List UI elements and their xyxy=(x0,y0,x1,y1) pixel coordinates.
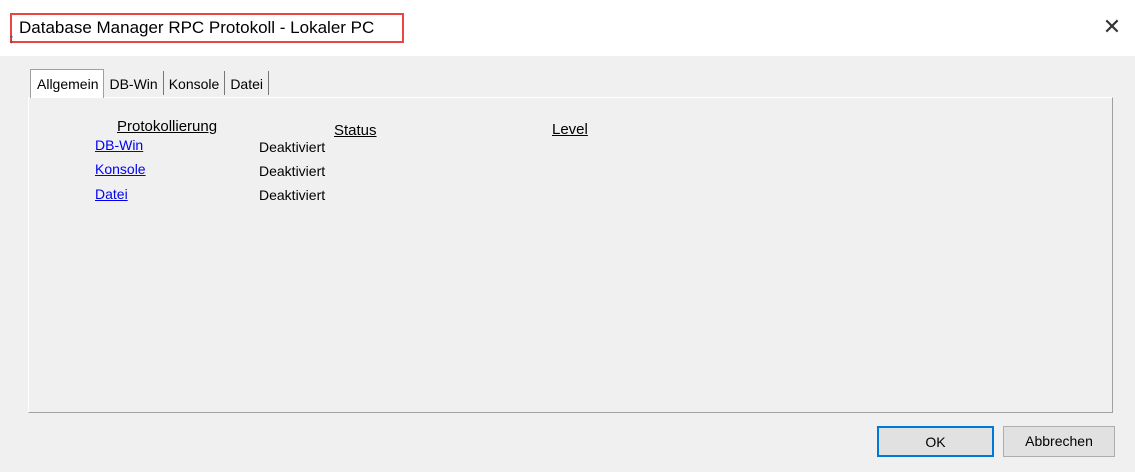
tab-strip: Allgemein DB-Win Konsole Datei xyxy=(30,69,269,99)
header-status: Status xyxy=(334,122,377,139)
status-konsole: Deaktiviert xyxy=(259,163,326,179)
header-level: Level xyxy=(552,121,588,138)
tab-konsole[interactable]: Konsole xyxy=(164,71,226,95)
tab-datei[interactable]: Datei xyxy=(225,71,269,95)
close-icon[interactable]: ✕ xyxy=(1097,12,1127,42)
link-datei[interactable]: Datei xyxy=(95,186,128,202)
status-db-win: Deaktiviert xyxy=(259,139,326,155)
tab-panel-allgemein: Protokollierung Status Level DB-Win Deak… xyxy=(28,97,1113,413)
link-konsole[interactable]: Konsole xyxy=(95,161,146,177)
resize-cursor-icon: ↕ xyxy=(8,30,15,46)
window-title: Database Manager RPC Protokoll - Lokaler… xyxy=(19,18,375,37)
rpc-protocol-dialog: Database Manager RPC Protokoll - Lokaler… xyxy=(0,0,1135,472)
status-datei: Deaktiviert xyxy=(259,187,326,203)
title-bar: Database Manager RPC Protokoll - Lokaler… xyxy=(0,0,1135,56)
tab-allgemein[interactable]: Allgemein xyxy=(30,69,105,98)
link-db-win[interactable]: DB-Win xyxy=(95,137,143,153)
cancel-button[interactable]: Abbrechen xyxy=(1003,426,1115,457)
header-protokollierung: Protokollierung xyxy=(117,118,218,135)
ok-button[interactable]: OK xyxy=(877,426,994,457)
tab-db-win[interactable]: DB-Win xyxy=(104,71,164,95)
